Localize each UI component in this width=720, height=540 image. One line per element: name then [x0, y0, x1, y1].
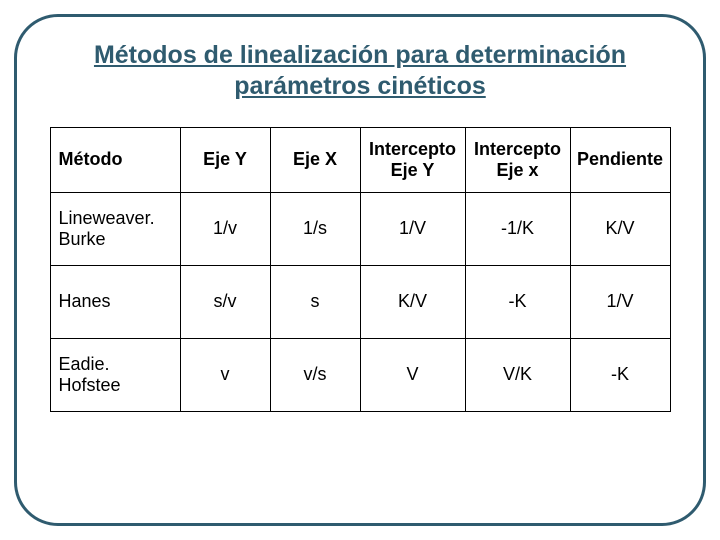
- methods-table: Método Eje Y Eje X Intercepto Eje Y Inte…: [50, 127, 671, 412]
- title-line-2: parámetros cinéticos: [234, 72, 486, 100]
- slide-title: Métodos de linealización para determinac…: [42, 40, 678, 103]
- cell-eje-y: s/v: [180, 265, 270, 338]
- method-l2: Burke: [59, 229, 106, 249]
- header-intercepto-y-l2: Eje Y: [391, 160, 435, 180]
- cell-method: Lineweaver. Burke: [50, 192, 180, 265]
- cell-method: Eadie. Hofstee: [50, 338, 180, 411]
- cell-eje-x: 1/s: [270, 192, 360, 265]
- method-l2: Hofstee: [59, 375, 121, 395]
- method-l1: Eadie.: [59, 354, 110, 374]
- cell-method: Hanes: [50, 265, 180, 338]
- slide-content: Métodos de linealización para determinac…: [32, 32, 688, 508]
- cell-pend: -K: [570, 338, 670, 411]
- header-intercepto-y: Intercepto Eje Y: [360, 127, 465, 192]
- method-l1: Lineweaver.: [59, 208, 155, 228]
- cell-eje-x: v/s: [270, 338, 360, 411]
- cell-eje-x: s: [270, 265, 360, 338]
- slide: Métodos de linealización para determinac…: [0, 0, 720, 540]
- cell-pend: 1/V: [570, 265, 670, 338]
- header-intercepto-y-l1: Intercepto: [369, 139, 456, 159]
- cell-int-x: V/K: [465, 338, 570, 411]
- header-eje-x: Eje X: [270, 127, 360, 192]
- header-intercepto-x: Intercepto Eje x: [465, 127, 570, 192]
- table-row: Hanes s/v s K/V -K 1/V: [50, 265, 670, 338]
- title-line-1: Métodos de linealización para determinac…: [94, 41, 626, 69]
- cell-eje-y: v: [180, 338, 270, 411]
- cell-int-y: V: [360, 338, 465, 411]
- table-header-row: Método Eje Y Eje X Intercepto Eje Y Inte…: [50, 127, 670, 192]
- cell-int-x: -K: [465, 265, 570, 338]
- table-row: Eadie. Hofstee v v/s V V/K -K: [50, 338, 670, 411]
- cell-eje-y: 1/v: [180, 192, 270, 265]
- cell-int-y: 1/V: [360, 192, 465, 265]
- header-intercepto-x-l1: Intercepto: [474, 139, 561, 159]
- cell-int-y: K/V: [360, 265, 465, 338]
- table-row: Lineweaver. Burke 1/v 1/s 1/V -1/K K/V: [50, 192, 670, 265]
- header-intercepto-x-l2: Eje x: [496, 160, 538, 180]
- cell-pend: K/V: [570, 192, 670, 265]
- header-method: Método: [50, 127, 180, 192]
- header-eje-y: Eje Y: [180, 127, 270, 192]
- header-pendiente: Pendiente: [570, 127, 670, 192]
- cell-int-x: -1/K: [465, 192, 570, 265]
